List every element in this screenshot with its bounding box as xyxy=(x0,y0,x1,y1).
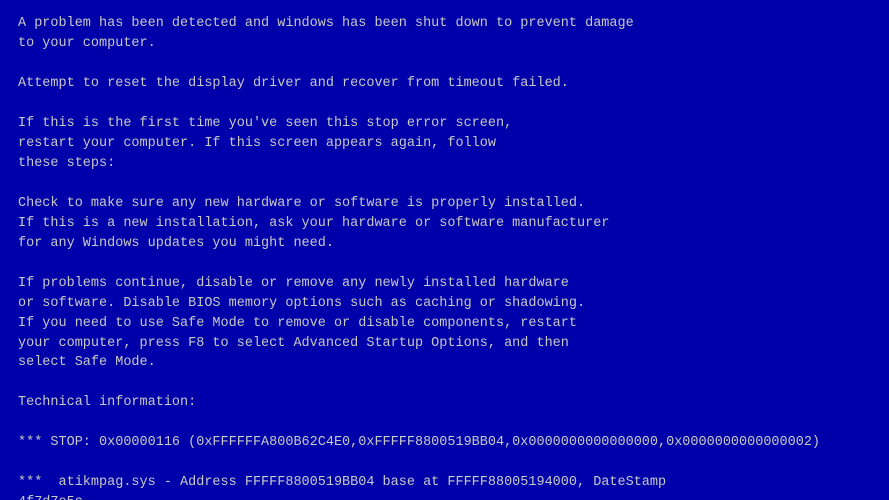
bsod-screen: A problem has been detected and windows … xyxy=(0,0,889,500)
bsod-text-content: A problem has been detected and windows … xyxy=(18,14,871,500)
